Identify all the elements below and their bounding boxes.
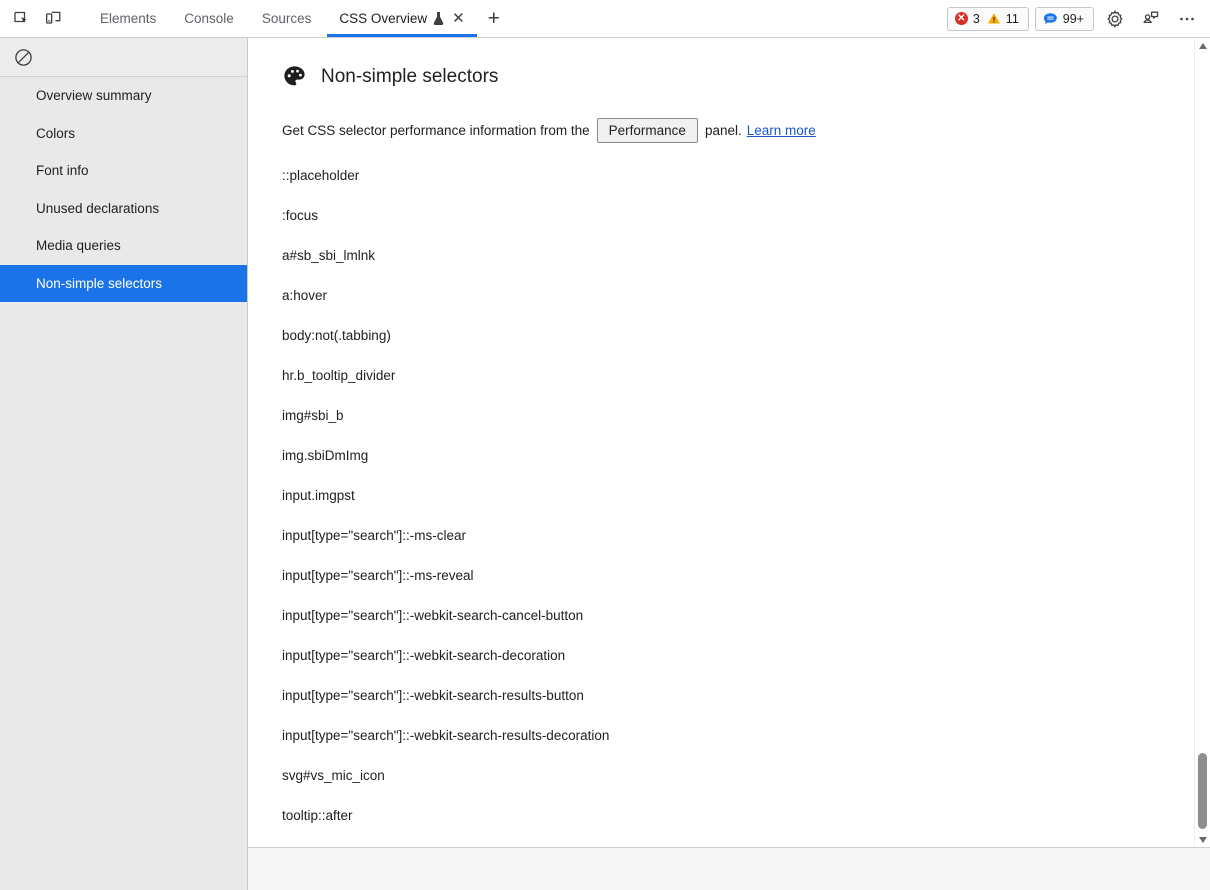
- sidebar-item-non-simple-selectors[interactable]: Non-simple selectors: [0, 265, 247, 303]
- sidebar-item-font-info[interactable]: Font info: [0, 152, 247, 190]
- devtools-body: Overview summary Colors Font info Unused…: [0, 38, 1210, 890]
- tab-css-overview[interactable]: CSS Overview ✕: [325, 0, 478, 37]
- list-item[interactable]: video::-webkit-media-controls: [282, 846, 627, 847]
- content-scrollbar[interactable]: [1194, 38, 1210, 847]
- performance-hint: Get CSS selector performance information…: [282, 118, 1194, 143]
- sidebar-item-media-queries[interactable]: Media queries: [0, 227, 247, 265]
- list-item[interactable]: input[type="search"]::-ms-clear: [282, 526, 627, 546]
- list-item[interactable]: input[type="search"]::-webkit-search-can…: [282, 606, 627, 626]
- sidebar-item-label: Overview summary: [36, 88, 152, 103]
- feedback-icon[interactable]: [1136, 5, 1166, 33]
- tab-label: Elements: [100, 11, 156, 26]
- warning-count: 11: [1006, 12, 1021, 26]
- list-item[interactable]: tooltip::after: [282, 806, 627, 826]
- error-circle-icon: ✕: [955, 12, 968, 25]
- bottom-status-strip: [248, 848, 1210, 890]
- no-entry-icon[interactable]: [8, 43, 38, 71]
- list-item[interactable]: hr.b_tooltip_divider: [282, 366, 627, 386]
- devtools-window: Elements Console Sources CSS Overview ✕ …: [0, 0, 1210, 890]
- devtools-toolbar: Elements Console Sources CSS Overview ✕ …: [0, 0, 1210, 38]
- css-overview-sidebar: Overview summary Colors Font info Unused…: [0, 38, 248, 890]
- hint-suffix: panel.: [705, 123, 742, 138]
- message-count: 99+: [1063, 12, 1086, 26]
- list-item[interactable]: img.sbiDmImg: [282, 446, 627, 466]
- hint-prefix: Get CSS selector performance information…: [282, 123, 590, 138]
- scroll-up-arrow-icon[interactable]: [1195, 38, 1210, 53]
- gear-icon[interactable]: [1100, 5, 1130, 33]
- more-options-icon[interactable]: [1172, 5, 1202, 33]
- inspect-element-icon[interactable]: [6, 5, 36, 33]
- sidebar-item-label: Non-simple selectors: [36, 276, 162, 291]
- page-title: Non-simple selectors: [282, 64, 1194, 89]
- page-title-text: Non-simple selectors: [321, 66, 498, 88]
- devtools-tab-bar: Elements Console Sources CSS Overview ✕ …: [86, 0, 509, 37]
- list-item[interactable]: a#sb_sbi_lmlnk: [282, 246, 627, 266]
- list-item[interactable]: ::placeholder: [282, 166, 627, 186]
- sidebar-item-label: Font info: [36, 163, 89, 178]
- warning-triangle-icon: [987, 12, 1001, 25]
- list-item[interactable]: img#sbi_b: [282, 406, 627, 426]
- messages-counter[interactable]: 99+: [1035, 7, 1094, 31]
- error-count: 3: [973, 12, 982, 26]
- tab-sources[interactable]: Sources: [248, 0, 326, 37]
- close-icon[interactable]: ✕: [452, 11, 465, 26]
- sidebar-item-colors[interactable]: Colors: [0, 115, 247, 153]
- sidebar-item-overview-summary[interactable]: Overview summary: [0, 77, 247, 115]
- list-item[interactable]: input[type="search"]::-ms-reveal: [282, 566, 627, 586]
- learn-more-link[interactable]: Learn more: [747, 123, 816, 138]
- add-tab-button[interactable]: +: [479, 0, 509, 37]
- scroll-down-arrow-icon[interactable]: [1195, 832, 1210, 847]
- tab-label: CSS Overview: [339, 11, 427, 26]
- issues-counter[interactable]: ✕ 3 11: [947, 7, 1029, 31]
- flask-icon: [432, 11, 445, 26]
- palette-icon: [282, 64, 307, 89]
- list-item[interactable]: a:hover: [282, 286, 627, 306]
- tab-label: Sources: [262, 11, 312, 26]
- list-item[interactable]: input.imgpst: [282, 486, 627, 506]
- add-tab-label: +: [488, 7, 500, 31]
- sidebar-header: [0, 38, 247, 77]
- sidebar-item-label: Media queries: [36, 238, 121, 253]
- list-item[interactable]: svg#vs_mic_icon: [282, 766, 627, 786]
- list-item[interactable]: input[type="search"]::-webkit-search-dec…: [282, 646, 627, 666]
- content-scroll-area: Non-simple selectors Get CSS selector pe…: [248, 38, 1194, 847]
- performance-button[interactable]: Performance: [597, 118, 698, 143]
- sidebar-item-label: Colors: [36, 126, 75, 141]
- scrollbar-track[interactable]: [1195, 53, 1210, 832]
- toolbar-right-actions: ✕ 3 11: [947, 0, 1210, 37]
- list-item[interactable]: :focus: [282, 206, 627, 226]
- list-item[interactable]: input[type="search"]::-webkit-search-res…: [282, 726, 627, 746]
- sidebar-item-label: Unused declarations: [36, 201, 159, 216]
- non-simple-selector-list: ::placeholder :focus a#sb_sbi_lmlnk a:ho…: [282, 166, 1194, 847]
- message-bubble-icon: [1043, 12, 1058, 26]
- tab-console[interactable]: Console: [170, 0, 248, 37]
- list-item[interactable]: input[type="search"]::-webkit-search-res…: [282, 686, 627, 706]
- tab-elements[interactable]: Elements: [86, 0, 170, 37]
- toolbar-left-actions: [0, 0, 68, 37]
- sidebar-item-unused-declarations[interactable]: Unused declarations: [0, 190, 247, 228]
- tab-label: Console: [184, 11, 234, 26]
- content-panel: Non-simple selectors Get CSS selector pe…: [248, 38, 1210, 848]
- scrollbar-thumb[interactable]: [1198, 753, 1207, 829]
- device-toolbar-icon[interactable]: [38, 5, 68, 33]
- list-item[interactable]: body:not(.tabbing): [282, 326, 627, 346]
- css-overview-main: Non-simple selectors Get CSS selector pe…: [248, 38, 1210, 890]
